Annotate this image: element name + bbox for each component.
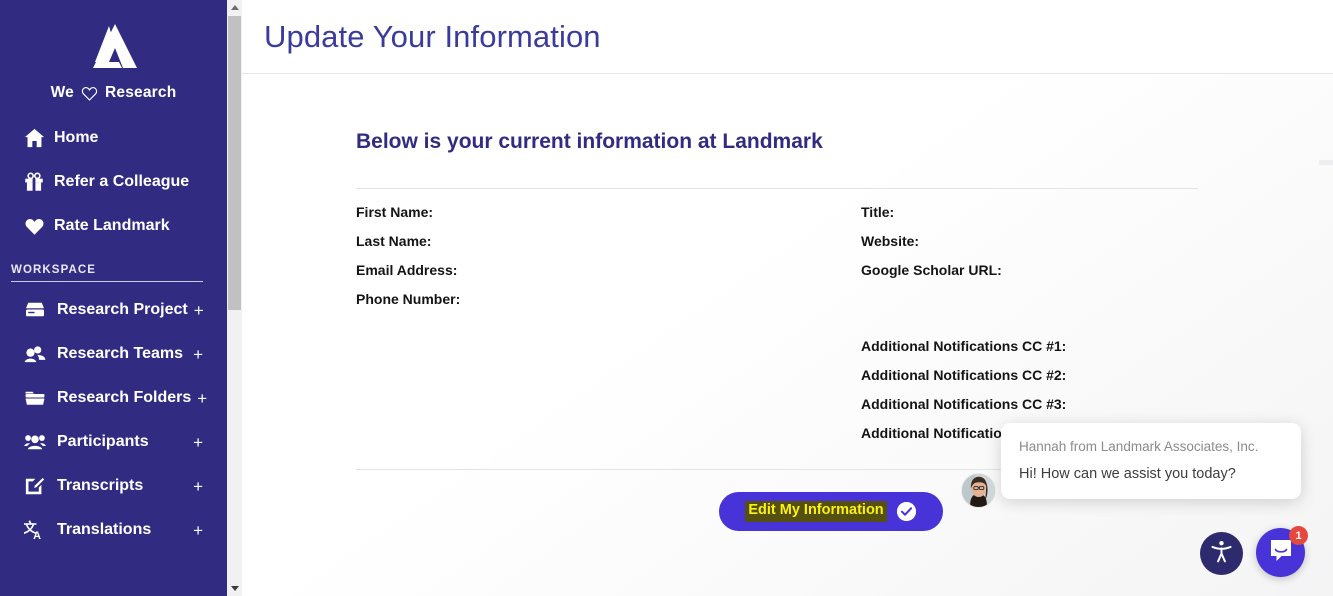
field-email-address: Email Address: bbox=[356, 262, 466, 291]
field-google-scholar-url: Google Scholar URL: bbox=[861, 262, 1072, 291]
server-icon bbox=[24, 301, 57, 319]
app-root: We Research Home Refer a Colleague Rate … bbox=[0, 0, 1333, 596]
field-label: First Name: bbox=[356, 204, 434, 220]
information-fields: First Name: Last Name: Email Address: Ph… bbox=[356, 189, 1198, 444]
field-label: Website: bbox=[861, 233, 920, 249]
folder-icon bbox=[24, 389, 57, 407]
add-research-folder-button[interactable]: + bbox=[191, 390, 207, 407]
brand-prefix: We bbox=[50, 84, 74, 101]
sidebar-scrollbar-thumb[interactable] bbox=[228, 16, 241, 310]
field-label: Additional Notifications CC #3: bbox=[861, 396, 1067, 412]
edit-my-information-button[interactable]: Edit My Information bbox=[718, 492, 943, 531]
field-label: Phone Number: bbox=[356, 291, 461, 307]
brand-tagline: We Research bbox=[0, 80, 227, 106]
add-research-team-button[interactable]: + bbox=[187, 346, 203, 363]
sidebar-scrollbar[interactable] bbox=[227, 0, 242, 596]
field-title: Title: bbox=[861, 204, 1072, 233]
gift-icon bbox=[24, 172, 54, 192]
sidebar-item-label: Participants bbox=[57, 433, 149, 450]
sidebar-item-transcripts[interactable]: Transcripts + bbox=[0, 464, 227, 508]
scroll-up-arrow-icon[interactable] bbox=[227, 0, 242, 15]
sidebar-item-home[interactable]: Home bbox=[0, 116, 227, 160]
translate-icon: 文 A bbox=[24, 520, 57, 540]
field-first-name: First Name: bbox=[356, 204, 466, 233]
field-last-name: Last Name: bbox=[356, 233, 466, 262]
sidebar-item-research-project[interactable]: Research Project + bbox=[0, 288, 227, 332]
sidebar: We Research Home Refer a Colleague Rate … bbox=[0, 0, 227, 596]
sidebar-item-rate-landmark[interactable]: Rate Landmark bbox=[0, 204, 227, 248]
fields-spacer bbox=[861, 291, 1072, 338]
sidebar-item-research-teams[interactable]: Research Teams + bbox=[0, 332, 227, 376]
users-two-icon bbox=[24, 345, 57, 363]
add-participant-button[interactable]: + bbox=[187, 434, 203, 451]
field-cc-1: Additional Notifications CC #1: bbox=[861, 338, 1072, 367]
field-phone-number: Phone Number: bbox=[356, 291, 466, 320]
heart-filled-icon bbox=[24, 217, 54, 236]
chat-sender-name: Hannah from Landmark Associates, Inc. bbox=[1019, 439, 1259, 454]
heart-outline-icon bbox=[81, 86, 98, 101]
chat-launcher-button[interactable]: 1 bbox=[1256, 526, 1308, 577]
field-label: Email Address: bbox=[356, 262, 458, 278]
field-cc-3: Additional Notifications CC #3: bbox=[861, 396, 1072, 425]
page-title: Update Your Information bbox=[264, 18, 601, 54]
sidebar-item-label: Research Folders bbox=[57, 389, 192, 406]
sidebar-scroll-content: We Research Home Refer a Colleague Rate … bbox=[0, 0, 227, 552]
sidebar-item-refer-a-colleague[interactable]: Refer a Colleague bbox=[0, 160, 227, 204]
add-transcript-button[interactable]: + bbox=[187, 478, 203, 495]
field-cc-2: Additional Notifications CC #2: bbox=[861, 367, 1072, 396]
sidebar-item-participants[interactable]: Participants + bbox=[0, 420, 227, 464]
field-label: Title: bbox=[861, 204, 895, 220]
sidebar-item-translations[interactable]: 文 A Translations + bbox=[0, 508, 227, 552]
main-content: Update Your Information Below is your cu… bbox=[227, 0, 1333, 596]
agent-avatar-icon bbox=[961, 473, 996, 508]
field-label: Google Scholar URL: bbox=[861, 262, 1002, 278]
brand-logo[interactable] bbox=[0, 0, 227, 80]
landmark-logo-icon bbox=[85, 22, 143, 72]
scroll-down-arrow-icon[interactable] bbox=[227, 581, 242, 596]
field-label: Last Name: bbox=[356, 233, 432, 249]
intercom-chat-icon bbox=[1268, 537, 1294, 568]
svg-text:A: A bbox=[33, 530, 41, 540]
sidebar-item-label: Refer a Colleague bbox=[54, 173, 190, 190]
edit-square-icon bbox=[24, 477, 57, 496]
workspace-section-header: WORKSPACE bbox=[11, 264, 97, 276]
chat-message-popup[interactable]: Hannah from Landmark Associates, Inc. Hi… bbox=[1001, 423, 1301, 499]
page-scrollbar-tick[interactable] bbox=[1319, 160, 1333, 165]
field-label: Additional Notifications CC #2: bbox=[861, 367, 1067, 383]
chat-message-text: Hi! How can we assist you today? bbox=[1019, 466, 1236, 482]
field-website: Website: bbox=[861, 233, 1072, 262]
sidebar-item-label: Home bbox=[54, 129, 99, 146]
sidebar-item-label: Research Teams bbox=[57, 345, 183, 362]
chat-unread-badge: 1 bbox=[1289, 526, 1308, 545]
sidebar-item-label: Translations bbox=[57, 521, 152, 538]
accessibility-icon bbox=[1209, 539, 1234, 569]
fields-column-left: First Name: Last Name: Email Address: Ph… bbox=[356, 204, 466, 320]
check-circle-icon bbox=[896, 502, 916, 521]
page-header: Update Your Information bbox=[228, 0, 1333, 74]
section-title: Below is your current information at Lan… bbox=[356, 130, 823, 153]
add-research-project-button[interactable]: + bbox=[188, 302, 204, 319]
sidebar-item-label: Rate Landmark bbox=[54, 217, 170, 234]
add-translation-button[interactable]: + bbox=[187, 522, 203, 539]
edit-button-label: Edit My Information bbox=[745, 501, 887, 522]
sidebar-item-label: Transcripts bbox=[57, 477, 144, 494]
fields-column-right: Title: Website: Google Scholar URL: Addi… bbox=[861, 204, 1072, 454]
workspace-divider bbox=[11, 281, 203, 282]
brand-suffix: Research bbox=[104, 84, 177, 101]
sidebar-item-label: Research Project bbox=[57, 301, 188, 318]
sidebar-item-research-folders[interactable]: Research Folders + bbox=[0, 376, 227, 420]
home-icon bbox=[24, 128, 54, 148]
accessibility-button[interactable] bbox=[1200, 532, 1243, 575]
users-group-icon bbox=[24, 433, 57, 451]
field-label: Additional Notifications CC #1: bbox=[861, 338, 1067, 354]
